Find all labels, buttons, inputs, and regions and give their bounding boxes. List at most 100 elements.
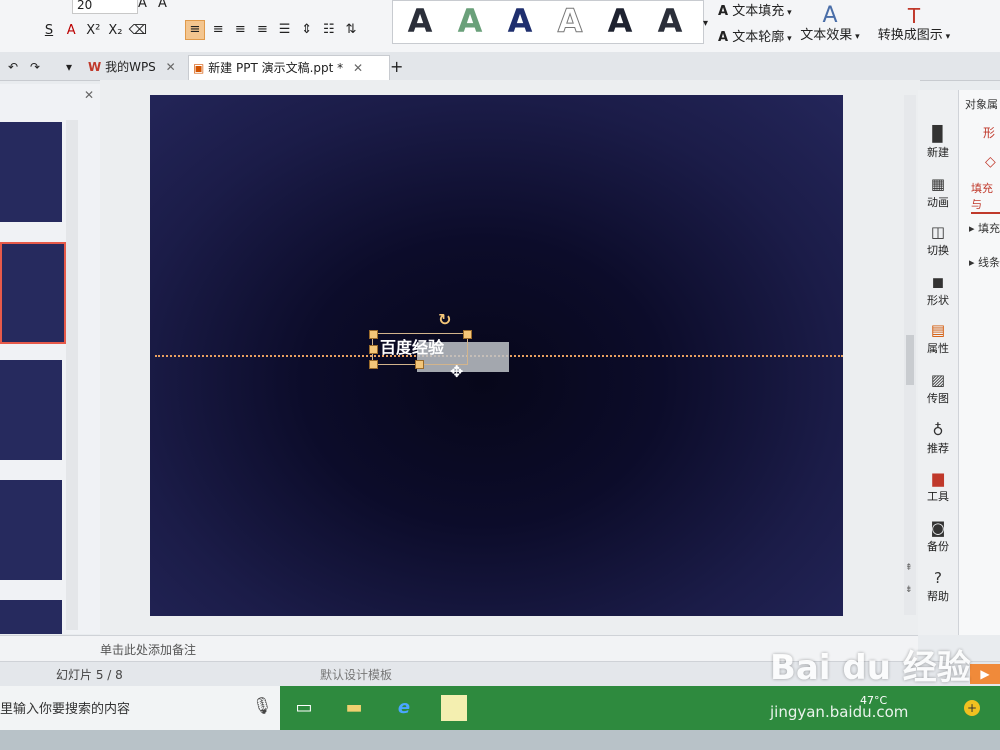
add-icon[interactable]: + [964,700,980,716]
redo-icon[interactable]: ↷ [30,55,40,79]
toolbox-tool[interactable]: ▆ 工具 [918,470,958,504]
help-icon: ? [934,569,942,587]
gallery-more-icon[interactable]: ▾ [703,16,708,32]
wordart-style-6[interactable]: A [647,3,693,39]
text-outline-label: 文本轮廓 [732,30,785,45]
scrollbar-thumb[interactable] [906,335,914,385]
close-tab-icon[interactable]: ✕ [166,60,176,74]
new-tab-icon[interactable]: + [390,55,403,79]
distribute-icon[interactable]: ☰ [276,21,294,39]
undo-icon[interactable]: ↶ [8,55,18,79]
quick-access-dropdown-icon[interactable]: ▾ [66,55,72,79]
text-effect-button[interactable]: A 文本效果 ▾ [800,4,860,45]
wordart-style-3[interactable]: A [497,3,543,39]
slide-thumbnail[interactable] [0,600,62,634]
clear-format-icon[interactable]: ⌫ [129,22,147,40]
recommend-tool[interactable]: ♁ 推荐 [918,422,958,456]
transition-tool[interactable]: ◫ 切换 [918,224,958,258]
task-view-icon[interactable]: ▭ [282,686,326,730]
align-left-icon[interactable]: ≡ [185,20,205,40]
justify-icon[interactable]: ≡ [253,21,271,39]
animation-tool[interactable]: ▦ 动画 [918,176,958,210]
text-fill-button[interactable]: A 文本填充 ▾ [718,4,792,21]
close-panel-icon[interactable]: ✕ [84,88,94,102]
slide-thumbnail[interactable] [0,360,62,460]
font-grow-icon[interactable]: A [138,0,147,12]
resize-handle[interactable] [463,330,472,339]
wordart-style-5[interactable]: A [597,3,643,39]
backup-icon: ◙ [930,519,946,537]
thumbnail-scrollbar[interactable] [66,120,78,630]
superscript-icon[interactable]: X² [84,22,102,40]
slide-thumbnail-selected[interactable] [0,242,66,344]
prev-slide-icon[interactable]: ⇞ [905,563,913,573]
ie-browser-icon[interactable]: e [382,686,426,730]
slide-thumbnail[interactable] [0,480,62,580]
canvas-scrollbar[interactable]: ⇞ ⇟ [904,95,916,615]
font-size-field[interactable]: 20 [72,0,138,14]
microphone-icon[interactable]: 🎙 [252,696,272,715]
notes-placeholder: 单击此处添加备注 [100,643,197,657]
font-shrink-icon[interactable]: A [158,0,167,12]
wordart-style-1[interactable]: A [397,3,443,39]
shape-tool[interactable]: ◼ 形状 [918,274,958,308]
animation-icon: ▦ [930,175,946,193]
section-fill[interactable]: ▸ 填充 [969,220,1000,236]
font-color-icon[interactable]: A [62,22,80,40]
slide-count: 幻灯片 5 / 8 [56,668,123,682]
tab-shape[interactable]: 形 [983,124,995,141]
slide-thumbnail[interactable] [0,122,62,222]
help-tool[interactable]: ? 帮助 [918,570,958,604]
upload-image-tool[interactable]: ▨ 传图 [918,372,958,406]
paragraph-spacing-icon[interactable]: ☷ [320,21,338,39]
section-fill-label: 填充 [978,222,1000,235]
play-slideshow-button[interactable]: ▶ [970,664,1000,684]
rotate-handle-icon[interactable]: ↻ [438,310,451,329]
wordart-style-4[interactable]: A [547,3,593,40]
text-fill-icon: A [718,4,729,19]
tab-fill-line[interactable]: 填充与 [971,180,1000,214]
object-properties-panel: 对象属 形 ◇ 填充与 ▸ 填充 ▸ 线条 [958,90,1000,635]
tab-presentation[interactable]: ▣ 新建 PPT 演示文稿.ppt * ✕ [188,55,390,80]
line-spacing-icon[interactable]: ⇕ [298,21,316,39]
document-tab-bar: ↶ ↷ ▾ W 我的WPS ✕ ▣ 新建 PPT 演示文稿.ppt * ✕ + [0,52,1000,81]
resize-handle[interactable] [369,360,378,369]
right-tool-bar: ▉ 新建 ▦ 动画 ◫ 切换 ◼ 形状 ▤ 属性 ▨ 传图 ♁ 推荐 ▆ 工具 ◙ 备份 ? 帮助 [918,90,958,635]
file-explorer-icon[interactable]: ▬ [332,686,376,730]
font-format-group: S A X² X₂ ⌫ [40,22,180,40]
slide-text[interactable]: 百度经验 [380,338,444,358]
tool-label: 传图 [927,392,949,405]
align-center-icon[interactable]: ≡ [209,21,227,39]
resize-handle[interactable] [369,345,378,354]
strikethrough-icon[interactable]: S [40,22,58,40]
toolbox-icon: ▆ [932,469,944,487]
new-tool[interactable]: ▉ 新建 [918,126,958,160]
property-tool[interactable]: ▤ 属性 [918,322,958,356]
taskbar-search-box[interactable]: 里输入你要搜索的内容 🎙 [0,686,280,730]
close-tab-icon[interactable]: ✕ [353,61,363,75]
convert-smartart-button[interactable]: T 转换成图示 ▾ [874,4,954,45]
baidu-watermark-logo: Bai du 经验 [770,648,971,688]
sticky-notes-icon[interactable] [432,686,476,730]
tool-label: 切换 [927,244,949,257]
next-slide-icon[interactable]: ⇟ [905,585,913,595]
section-line[interactable]: ▸ 线条 [969,254,1000,270]
tool-label: 备份 [927,540,949,553]
move-cursor-icon: ✥ [450,362,464,381]
tab-my-wps-label: 我的WPS [105,60,156,74]
section-line-label: 线条 [978,256,1000,269]
subscript-icon[interactable]: X₂ [106,22,124,40]
search-placeholder: 里输入你要搜索的内容 [0,702,131,717]
tool-label: 帮助 [927,590,949,603]
align-group: ≡ ≡ ≡ ≡ ☰ ⇕ ☷ ⇅ [185,20,360,40]
text-outline-button[interactable]: A 文本轮廓 ▾ [718,30,792,47]
wordart-style-2[interactable]: A [447,3,493,39]
resize-handle[interactable] [415,360,424,369]
text-effect-label: 文本效果 [800,28,853,43]
resize-handle[interactable] [369,330,378,339]
tab-my-wps[interactable]: W 我的WPS ✕ [88,55,184,79]
backup-tool[interactable]: ◙ 备份 [918,520,958,554]
wps-logo-icon: W [88,60,102,74]
text-direction-icon[interactable]: ⇅ [342,21,360,39]
align-right-icon[interactable]: ≡ [231,21,249,39]
